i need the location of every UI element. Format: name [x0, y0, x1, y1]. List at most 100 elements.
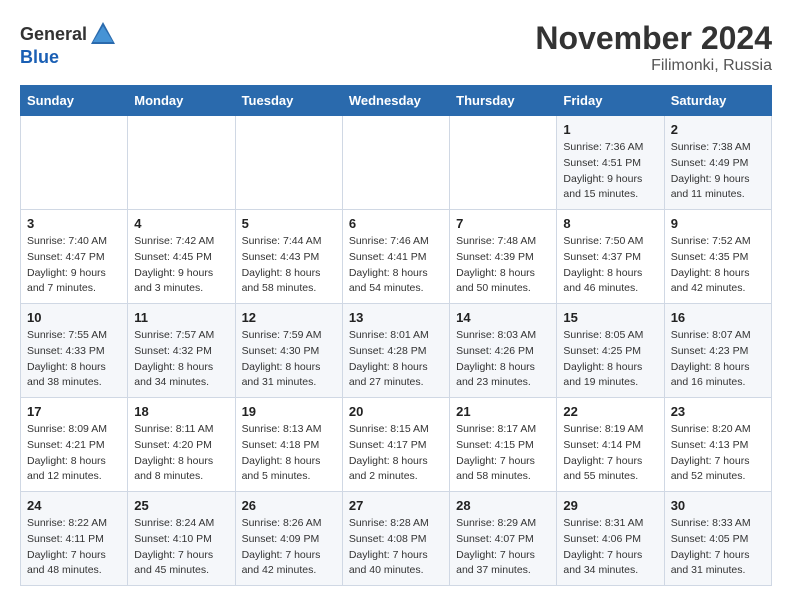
calendar-cell: 16 Sunrise: 8:07 AM Sunset: 4:23 PM Dayli… — [664, 304, 771, 398]
calendar-cell: 3 Sunrise: 7:40 AM Sunset: 4:47 PM Daylig… — [21, 210, 128, 304]
calendar-cell: 17 Sunrise: 8:09 AM Sunset: 4:21 PM Dayli… — [21, 398, 128, 492]
header-saturday: Saturday — [664, 86, 771, 116]
day-number: 11 — [134, 310, 228, 325]
day-number: 10 — [27, 310, 121, 325]
day-info: Sunrise: 8:17 AM Sunset: 4:15 PM Dayligh… — [456, 422, 550, 485]
day-info: Sunrise: 8:29 AM Sunset: 4:07 PM Dayligh… — [456, 516, 550, 579]
calendar-cell: 1Sunrise: 7:36 AM Sunset: 4:51 PM Daylig… — [557, 116, 664, 210]
calendar-header-row: SundayMondayTuesdayWednesdayThursdayFrid… — [21, 86, 772, 116]
day-info: Sunrise: 8:33 AM Sunset: 4:05 PM Dayligh… — [671, 516, 765, 579]
header-wednesday: Wednesday — [342, 86, 449, 116]
calendar-cell: 12 Sunrise: 7:59 AM Sunset: 4:30 PM Dayli… — [235, 304, 342, 398]
day-info: Sunrise: 8:13 AM Sunset: 4:18 PM Dayligh… — [242, 422, 336, 485]
day-info: Sunrise: 8:26 AM Sunset: 4:09 PM Dayligh… — [242, 516, 336, 579]
day-info: Sunrise: 7:44 AM Sunset: 4:43 PM Dayligh… — [242, 234, 336, 297]
header-monday: Monday — [128, 86, 235, 116]
day-info: Sunrise: 7:38 AM Sunset: 4:49 PM Dayligh… — [671, 140, 765, 203]
day-info: Sunrise: 8:09 AM Sunset: 4:21 PM Dayligh… — [27, 422, 121, 485]
day-info: Sunrise: 7:48 AM Sunset: 4:39 PM Dayligh… — [456, 234, 550, 297]
calendar-cell: 19 Sunrise: 8:13 AM Sunset: 4:18 PM Dayli… — [235, 398, 342, 492]
day-number: 9 — [671, 216, 765, 231]
day-info: Sunrise: 8:20 AM Sunset: 4:13 PM Dayligh… — [671, 422, 765, 485]
calendar-week-row: 1Sunrise: 7:36 AM Sunset: 4:51 PM Daylig… — [21, 116, 772, 210]
day-info: Sunrise: 8:22 AM Sunset: 4:11 PM Dayligh… — [27, 516, 121, 579]
day-number: 6 — [349, 216, 443, 231]
day-number: 12 — [242, 310, 336, 325]
calendar-cell — [450, 116, 557, 210]
day-info: Sunrise: 7:42 AM Sunset: 4:45 PM Dayligh… — [134, 234, 228, 297]
header-sunday: Sunday — [21, 86, 128, 116]
calendar-cell — [235, 116, 342, 210]
calendar-cell: 24 Sunrise: 8:22 AM Sunset: 4:11 PM Dayli… — [21, 492, 128, 586]
day-number: 27 — [349, 498, 443, 513]
day-number: 25 — [134, 498, 228, 513]
calendar-cell: 2 Sunrise: 7:38 AM Sunset: 4:49 PM Daylig… — [664, 116, 771, 210]
location-subtitle: Filimonki, Russia — [535, 57, 772, 75]
calendar-cell: 6 Sunrise: 7:46 AM Sunset: 4:41 PM Daylig… — [342, 210, 449, 304]
day-number: 15 — [563, 310, 657, 325]
day-info: Sunrise: 7:40 AM Sunset: 4:47 PM Dayligh… — [27, 234, 121, 297]
day-info: Sunrise: 7:59 AM Sunset: 4:30 PM Dayligh… — [242, 328, 336, 391]
calendar-cell: 29 Sunrise: 8:31 AM Sunset: 4:06 PM Dayli… — [557, 492, 664, 586]
day-number: 7 — [456, 216, 550, 231]
day-number: 4 — [134, 216, 228, 231]
day-info: Sunrise: 8:07 AM Sunset: 4:23 PM Dayligh… — [671, 328, 765, 391]
calendar-cell: 9 Sunrise: 7:52 AM Sunset: 4:35 PM Daylig… — [664, 210, 771, 304]
page-header: General Blue November 2024 Filimonki, Ru… — [20, 20, 772, 75]
day-number: 19 — [242, 404, 336, 419]
day-number: 5 — [242, 216, 336, 231]
calendar-cell — [128, 116, 235, 210]
day-info: Sunrise: 7:55 AM Sunset: 4:33 PM Dayligh… — [27, 328, 121, 391]
calendar-week-row: 10 Sunrise: 7:55 AM Sunset: 4:33 PM Dayli… — [21, 304, 772, 398]
calendar-cell: 15 Sunrise: 8:05 AM Sunset: 4:25 PM Dayli… — [557, 304, 664, 398]
day-info: Sunrise: 8:15 AM Sunset: 4:17 PM Dayligh… — [349, 422, 443, 485]
day-info: Sunrise: 8:03 AM Sunset: 4:26 PM Dayligh… — [456, 328, 550, 391]
calendar-cell: 13Sunrise: 8:01 AM Sunset: 4:28 PM Dayli… — [342, 304, 449, 398]
day-number: 16 — [671, 310, 765, 325]
calendar-cell — [342, 116, 449, 210]
logo-general: General — [20, 25, 87, 43]
logo: General Blue — [20, 20, 117, 66]
calendar-week-row: 17 Sunrise: 8:09 AM Sunset: 4:21 PM Dayli… — [21, 398, 772, 492]
day-number: 28 — [456, 498, 550, 513]
day-info: Sunrise: 8:05 AM Sunset: 4:25 PM Dayligh… — [563, 328, 657, 391]
calendar-cell: 30 Sunrise: 8:33 AM Sunset: 4:05 PM Dayli… — [664, 492, 771, 586]
day-number: 2 — [671, 122, 765, 137]
day-number: 26 — [242, 498, 336, 513]
calendar-table: SundayMondayTuesdayWednesdayThursdayFrid… — [20, 85, 772, 586]
day-info: Sunrise: 7:46 AM Sunset: 4:41 PM Dayligh… — [349, 234, 443, 297]
calendar-cell: 26 Sunrise: 8:26 AM Sunset: 4:09 PM Dayli… — [235, 492, 342, 586]
day-number: 30 — [671, 498, 765, 513]
logo-icon — [89, 20, 117, 48]
day-number: 22 — [563, 404, 657, 419]
calendar-cell: 4 Sunrise: 7:42 AM Sunset: 4:45 PM Daylig… — [128, 210, 235, 304]
logo-blue: Blue — [20, 48, 117, 66]
day-info: Sunrise: 7:57 AM Sunset: 4:32 PM Dayligh… — [134, 328, 228, 391]
day-number: 29 — [563, 498, 657, 513]
day-info: Sunrise: 8:11 AM Sunset: 4:20 PM Dayligh… — [134, 422, 228, 485]
calendar-cell: 25 Sunrise: 8:24 AM Sunset: 4:10 PM Dayli… — [128, 492, 235, 586]
day-number: 3 — [27, 216, 121, 231]
day-number: 20 — [349, 404, 443, 419]
day-info: Sunrise: 7:50 AM Sunset: 4:37 PM Dayligh… — [563, 234, 657, 297]
day-number: 21 — [456, 404, 550, 419]
day-number: 18 — [134, 404, 228, 419]
day-number: 24 — [27, 498, 121, 513]
calendar-cell: 21 Sunrise: 8:17 AM Sunset: 4:15 PM Dayli… — [450, 398, 557, 492]
calendar-cell: 10 Sunrise: 7:55 AM Sunset: 4:33 PM Dayli… — [21, 304, 128, 398]
day-number: 14 — [456, 310, 550, 325]
day-number: 13 — [349, 310, 443, 325]
day-info: Sunrise: 8:24 AM Sunset: 4:10 PM Dayligh… — [134, 516, 228, 579]
calendar-cell — [21, 116, 128, 210]
calendar-cell: 8 Sunrise: 7:50 AM Sunset: 4:37 PM Daylig… — [557, 210, 664, 304]
calendar-cell: 5 Sunrise: 7:44 AM Sunset: 4:43 PM Daylig… — [235, 210, 342, 304]
calendar-cell: 23Sunrise: 8:20 AM Sunset: 4:13 PM Dayli… — [664, 398, 771, 492]
calendar-cell: 28 Sunrise: 8:29 AM Sunset: 4:07 PM Dayli… — [450, 492, 557, 586]
day-number: 17 — [27, 404, 121, 419]
calendar-cell: 20 Sunrise: 8:15 AM Sunset: 4:17 PM Dayli… — [342, 398, 449, 492]
day-info: Sunrise: 7:52 AM Sunset: 4:35 PM Dayligh… — [671, 234, 765, 297]
day-info: Sunrise: 8:31 AM Sunset: 4:06 PM Dayligh… — [563, 516, 657, 579]
calendar-cell: 14 Sunrise: 8:03 AM Sunset: 4:26 PM Dayli… — [450, 304, 557, 398]
month-title: November 2024 — [535, 20, 772, 57]
day-number: 8 — [563, 216, 657, 231]
